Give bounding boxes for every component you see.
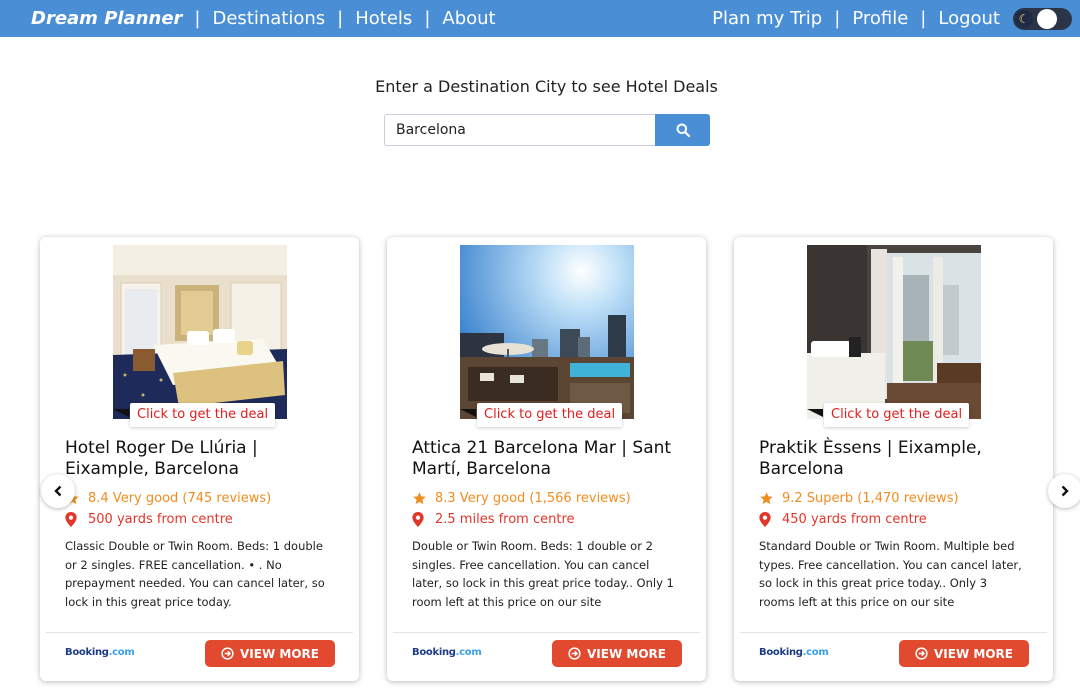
- hotel-name[interactable]: Hotel Roger De Llúria | Eixample, Barcel…: [65, 438, 345, 480]
- booking-logo: Booking.com: [65, 647, 135, 658]
- map-pin-icon: [412, 512, 435, 527]
- moon-icon: ☾: [1015, 10, 1033, 28]
- card-divider: [393, 632, 700, 633]
- nav-link-hotels[interactable]: Hotels: [355, 8, 412, 29]
- hotel-name[interactable]: Praktik Èssens | Eixample, Barcelona: [759, 438, 1039, 480]
- booking-logo-domain: .com: [455, 647, 482, 658]
- rating-text: 8.4 Very good (745 reviews): [88, 491, 272, 506]
- theme-toggle[interactable]: ☾: [1013, 8, 1072, 30]
- hotel-rating: 8.4 Very good (745 reviews): [65, 491, 271, 506]
- ribbon-tail: [460, 409, 476, 417]
- destination-search-input[interactable]: [384, 114, 655, 146]
- deal-badge[interactable]: Click to get the deal: [477, 403, 623, 427]
- search-button[interactable]: [655, 114, 710, 146]
- hotel-distance: 500 yards from centre: [65, 512, 233, 527]
- deal-badge[interactable]: Click to get the deal: [824, 403, 970, 427]
- view-more-label: VIEW MORE: [240, 646, 319, 661]
- arrow-circle-icon: [915, 647, 928, 660]
- distance-text: 450 yards from centre: [782, 512, 927, 527]
- search-icon: [676, 123, 690, 137]
- hotel-photo[interactable]: [807, 245, 981, 419]
- nav-right: Plan my Trip | Profile | Logout: [712, 0, 1000, 37]
- hotel-card: Click to get the deal Attica 21 Barcelon…: [387, 237, 706, 681]
- nav-link-plan-trip[interactable]: Plan my Trip: [712, 8, 822, 29]
- card-divider: [740, 632, 1047, 633]
- view-more-button[interactable]: VIEW MORE: [205, 640, 335, 667]
- card-divider: [46, 632, 353, 633]
- ribbon-tail: [807, 409, 823, 417]
- view-more-label: VIEW MORE: [934, 646, 1013, 661]
- map-pin-icon: [759, 512, 782, 527]
- nav-separator: |: [337, 8, 344, 29]
- deal-badge[interactable]: Click to get the deal: [130, 403, 276, 427]
- hotel-distance: 2.5 miles from centre: [412, 512, 575, 527]
- nav-link-logout[interactable]: Logout: [938, 8, 1000, 29]
- nav-link-profile[interactable]: Profile: [852, 8, 908, 29]
- arrow-circle-icon: [221, 647, 234, 660]
- navbar: Dream Planner | Destinations | Hotels | …: [0, 0, 1080, 37]
- chevron-right-icon: [1061, 485, 1069, 497]
- nav-link-about[interactable]: About: [442, 8, 495, 29]
- distance-text: 500 yards from centre: [88, 512, 233, 527]
- hotel-distance: 450 yards from centre: [759, 512, 927, 527]
- booking-logo: Booking.com: [412, 647, 482, 658]
- hotel-card: Click to get the deal Hotel Roger De Llú…: [40, 237, 359, 681]
- rating-text: 8.3 Very good (1,566 reviews): [435, 491, 631, 506]
- view-more-button[interactable]: VIEW MORE: [899, 640, 1029, 667]
- booking-logo: Booking.com: [759, 647, 829, 658]
- hotel-card: Click to get the deal Praktik Èssens | E…: [734, 237, 1053, 681]
- nav-left: Dream Planner | Destinations | Hotels | …: [31, 0, 496, 37]
- nav-separator: |: [194, 8, 201, 29]
- view-more-label: VIEW MORE: [587, 646, 666, 661]
- room-description: Standard Double or Twin Room. Multiple b…: [759, 539, 1022, 609]
- hotel-name[interactable]: Attica 21 Barcelona Mar | Sant Martí, Ba…: [412, 438, 692, 480]
- nav-separator: |: [834, 8, 841, 29]
- view-more-button[interactable]: VIEW MORE: [552, 640, 682, 667]
- carousel-prev-button[interactable]: [41, 474, 75, 508]
- rating-text: 9.2 Superb (1,470 reviews): [782, 491, 959, 506]
- nav-link-destinations[interactable]: Destinations: [213, 8, 326, 29]
- nav-separator: |: [424, 8, 431, 29]
- hotel-rating: 8.3 Very good (1,566 reviews): [412, 491, 631, 506]
- star-icon: [759, 491, 782, 506]
- search-prompt: Enter a Destination City to see Hotel De…: [375, 77, 718, 96]
- star-icon: [412, 491, 435, 506]
- ribbon-tail: [113, 409, 129, 417]
- nav-separator: |: [920, 8, 927, 29]
- distance-text: 2.5 miles from centre: [435, 512, 575, 527]
- hotel-photo[interactable]: [460, 245, 634, 419]
- carousel-next-button[interactable]: [1048, 474, 1080, 508]
- toggle-knob: [1037, 9, 1057, 29]
- room-description: Classic Double or Twin Room. Beds: 1 dou…: [65, 539, 325, 609]
- booking-logo-domain: .com: [108, 647, 135, 658]
- map-pin-icon: [65, 512, 88, 527]
- hotel-rating: 9.2 Superb (1,470 reviews): [759, 491, 959, 506]
- arrow-circle-icon: [568, 647, 581, 660]
- room-description: Double or Twin Room. Beds: 1 double or 2…: [412, 539, 674, 609]
- hotel-photo[interactable]: [113, 245, 287, 419]
- chevron-left-icon: [54, 485, 62, 497]
- brand-logo[interactable]: Dream Planner: [31, 8, 182, 29]
- booking-logo-domain: .com: [802, 647, 829, 658]
